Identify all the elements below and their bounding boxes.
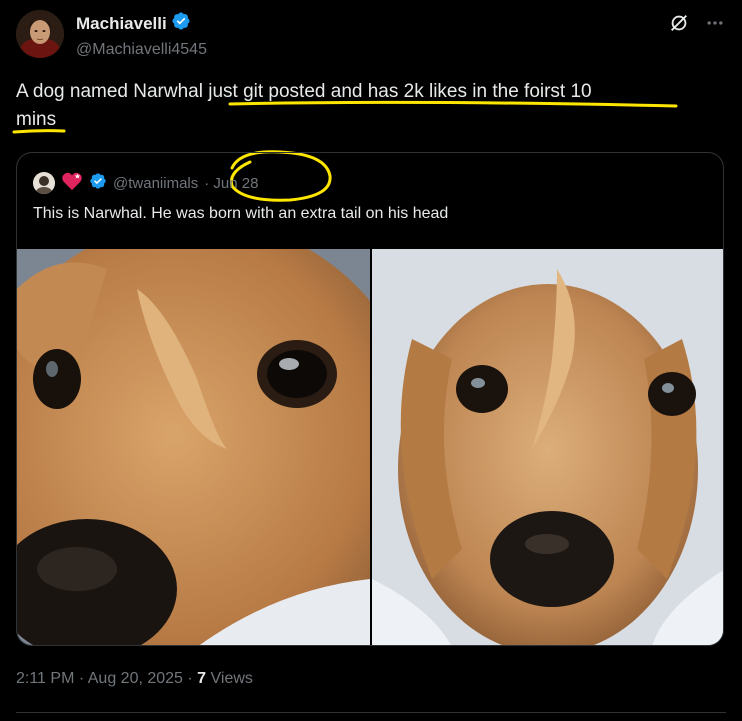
author-display-name[interactable]: Machiavelli bbox=[76, 14, 167, 34]
quoted-author-handle[interactable]: @twaniimals bbox=[113, 175, 198, 192]
tweet-text-highlight: just git posted and has 2k likes in the … bbox=[208, 81, 592, 102]
author-avatar[interactable] bbox=[16, 10, 64, 58]
tweet-text-part1: A dog named Narwhal bbox=[16, 81, 209, 102]
verified-badge-icon bbox=[171, 11, 191, 36]
views-label: Views bbox=[206, 670, 253, 687]
heart-emoji-icon bbox=[61, 171, 83, 195]
tweet-text-line2: mins bbox=[16, 109, 57, 130]
tweet-text: A dog named Narwhal just git posted and … bbox=[16, 78, 716, 134]
header-actions bbox=[668, 12, 726, 34]
quoted-media-grid bbox=[17, 249, 723, 645]
tweet-date[interactable]: Aug 20, 2025 bbox=[88, 670, 183, 687]
quoted-author-avatar[interactable] bbox=[33, 172, 55, 194]
photo-narwhal-closeup[interactable] bbox=[17, 249, 370, 645]
meta-dot-2: · bbox=[182, 670, 198, 687]
meta-dot-1: · bbox=[74, 670, 88, 687]
quoted-tweet-header: @twaniimals · Jun 28 bbox=[33, 171, 258, 195]
tweet-meta: 2:11 PM · Aug 20, 2025 · 7 Views bbox=[16, 670, 253, 688]
tweet-time[interactable]: 2:11 PM bbox=[16, 670, 74, 687]
views-count[interactable]: 7 bbox=[197, 670, 206, 687]
quoted-tweet-card[interactable]: @twaniimals · Jun 28 This is Narwhal. He… bbox=[16, 152, 724, 646]
photo-narwhal-front[interactable] bbox=[372, 249, 723, 645]
quoted-date[interactable]: Jun 28 bbox=[213, 175, 258, 192]
more-options-icon[interactable] bbox=[704, 12, 726, 34]
quoted-tweet-text: This is Narwhal. He was born with an ext… bbox=[33, 205, 449, 222]
author-handle[interactable]: @Machiavelli4545 bbox=[76, 40, 207, 60]
divider bbox=[16, 712, 726, 713]
author-info: Machiavelli @Machiavelli4545 bbox=[76, 11, 207, 60]
quoted-verified-badge-icon bbox=[89, 172, 107, 194]
grok-icon[interactable] bbox=[668, 12, 690, 34]
tweet-header: Machiavelli @Machiavelli4545 bbox=[16, 8, 726, 60]
